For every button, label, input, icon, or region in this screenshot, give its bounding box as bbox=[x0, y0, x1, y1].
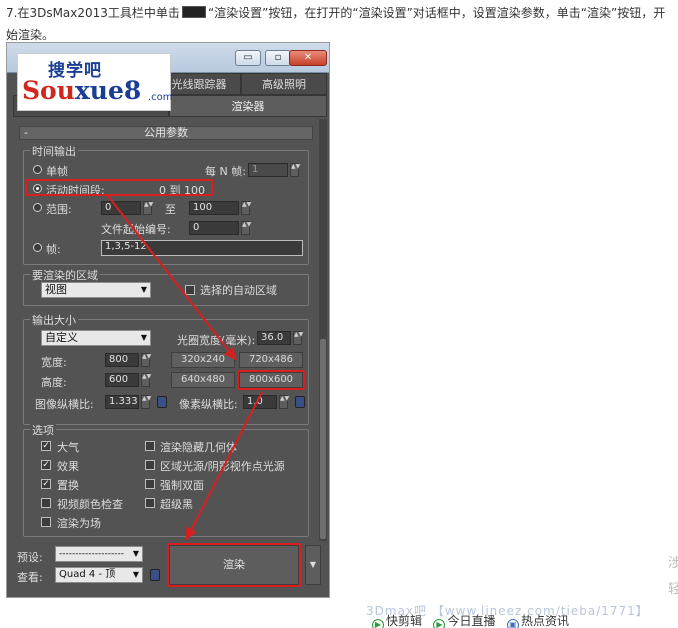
side-char-1: 涉 bbox=[668, 556, 678, 571]
footer-live[interactable]: 今日直播 bbox=[447, 614, 495, 628]
footer-quick-cut[interactable]: 快剪辑 bbox=[386, 614, 422, 628]
quick-cut-icon: ▶ bbox=[372, 619, 384, 628]
annotation-arrows bbox=[107, 195, 263, 541]
side-char-2: 轻 bbox=[668, 582, 678, 597]
arrow-to-render bbox=[185, 391, 263, 541]
news-icon: ▣ bbox=[506, 619, 519, 628]
footer-hot-news[interactable]: 热点资讯 bbox=[521, 614, 569, 628]
tutorial-page: { "article": { "step_text_before": "7.在3… bbox=[0, 0, 678, 628]
footer-bar: ▶ 快剪辑 ▶ 今日直播 ▣ 热点资讯 bbox=[372, 612, 569, 628]
live-icon: ▶ bbox=[433, 619, 446, 628]
arrow-to-800x600 bbox=[107, 195, 237, 361]
